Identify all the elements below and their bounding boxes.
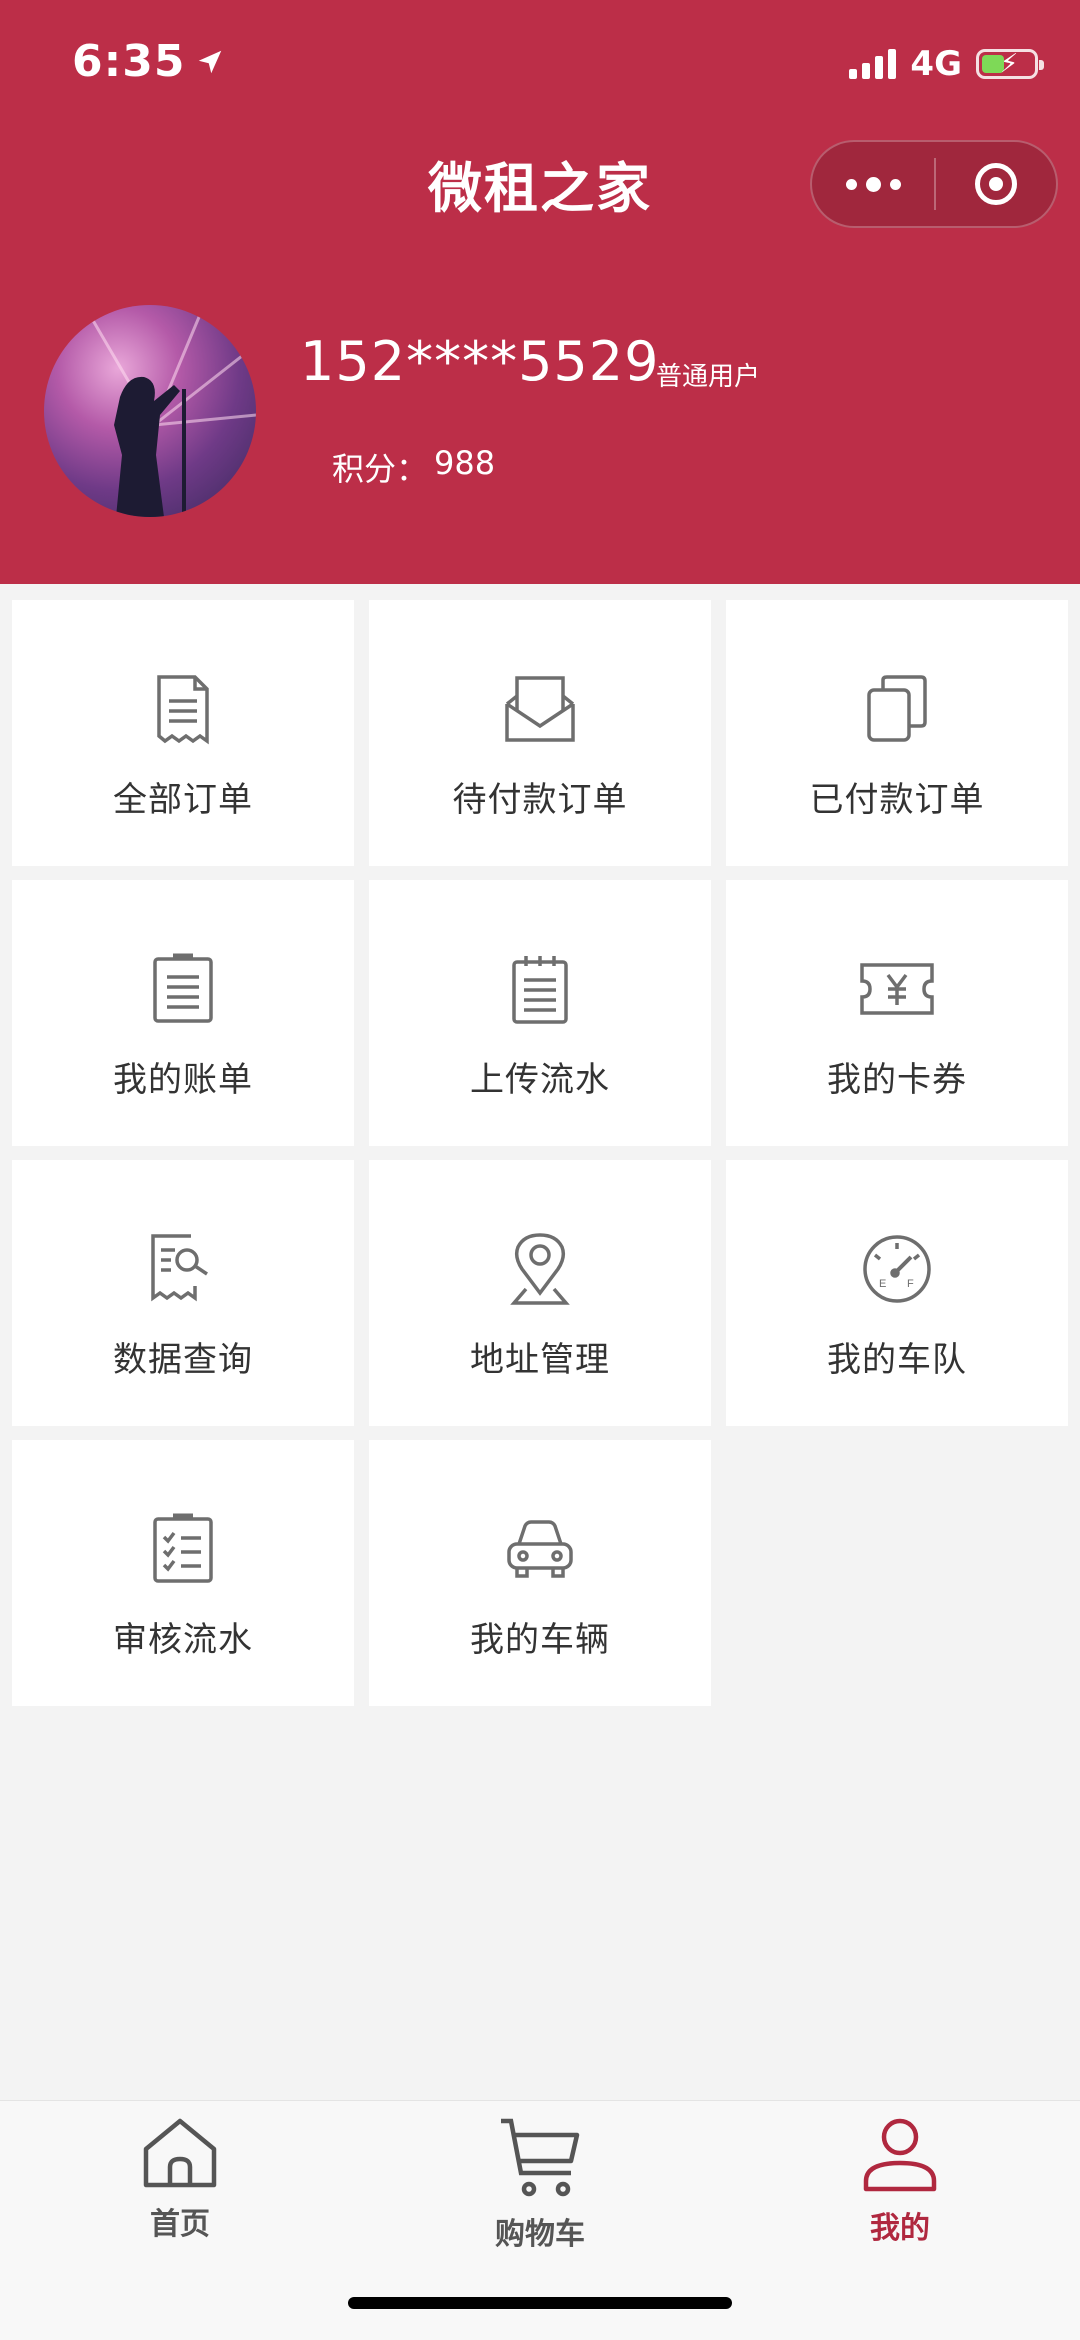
network-label: 4G [910,44,962,84]
menu-label: 数据查询 [113,1340,253,1380]
tab-cart[interactable]: 购物车 [440,2115,640,2253]
mini-program-capsule [810,140,1058,228]
menu-label: 地址管理 [470,1340,610,1380]
points: 积分： 988 [332,444,495,490]
home-indicator [348,2297,732,2309]
car-icon [507,1520,573,1578]
menu-review-statements[interactable]: 审核流水 [12,1440,354,1706]
copy-icon [867,675,927,742]
avatar[interactable] [44,305,256,517]
tab-home[interactable]: 首页 [80,2115,280,2243]
menu-my-vehicles[interactable]: 我的车辆 [369,1440,711,1706]
data-search-icon [151,1234,208,1302]
location-arrow-icon [199,50,222,73]
menu-label: 我的车辆 [470,1620,610,1660]
tab-mine[interactable]: 我的 [800,2115,1000,2247]
home-icon [143,2118,217,2188]
profile-header: 6:35 4G ⚡ 微租之家 152****5529 普通用户 积分： 988 [0,0,1080,584]
notepad-icon [512,956,568,1024]
menu-paid-orders[interactable]: 已付款订单 [726,600,1068,866]
location-pin-icon [510,1233,570,1305]
target-icon [975,163,1017,205]
user-phone: 152****5529 [300,330,660,393]
user-role-badge: 普通用户 [656,362,761,392]
menu-label: 审核流水 [113,1620,253,1660]
menu-label: 全部订单 [113,780,253,820]
menu-label: 我的卡券 [827,1060,967,1100]
menu-data-query[interactable]: 数据查询 [12,1160,354,1426]
tab-label: 首页 [150,2207,210,2242]
menu-label: 待付款订单 [452,780,628,820]
user-icon [863,2118,937,2192]
menu-my-bills[interactable]: 我的账单 [12,880,354,1146]
signal-icon [849,49,897,79]
battery-icon: ⚡ [976,49,1044,79]
svg-text:E: E [879,1278,886,1290]
tab-label: 购物车 [495,2217,585,2252]
status-time: 6:35 [72,36,225,87]
bill-icon [153,953,213,1023]
menu-my-coupons[interactable]: 我的卡券 [726,880,1068,1146]
singer-silhouette [82,305,256,517]
points-value: 988 [434,444,496,482]
checklist-icon [153,1513,213,1583]
more-menu-button[interactable] [812,142,934,226]
menu-label: 我的账单 [113,1060,253,1100]
receipt-icon [157,675,209,745]
menu-pending-payment-orders[interactable]: 待付款订单 [369,600,711,866]
cart-icon [501,2118,580,2197]
points-label: 积分： [332,450,429,488]
menu-label: 我的车队 [827,1340,967,1380]
menu-address-management[interactable]: 地址管理 [369,1160,711,1426]
status-indicators: 4G ⚡ [849,44,1044,84]
menu-upload-statements[interactable]: 上传流水 [369,880,711,1146]
coupon-icon [860,963,934,1015]
menu-label: 上传流水 [470,1060,610,1100]
envelope-icon [505,676,575,742]
fuel-gauge-icon: EF [863,1235,931,1303]
tab-label: 我的 [870,2211,930,2246]
menu-all-orders[interactable]: 全部订单 [12,600,354,866]
svg-text:F: F [907,1278,914,1290]
menu-my-fleet[interactable]: EF 我的车队 [726,1160,1068,1426]
close-mini-program-button[interactable] [936,142,1056,226]
menu-label: 已付款订单 [809,780,985,820]
